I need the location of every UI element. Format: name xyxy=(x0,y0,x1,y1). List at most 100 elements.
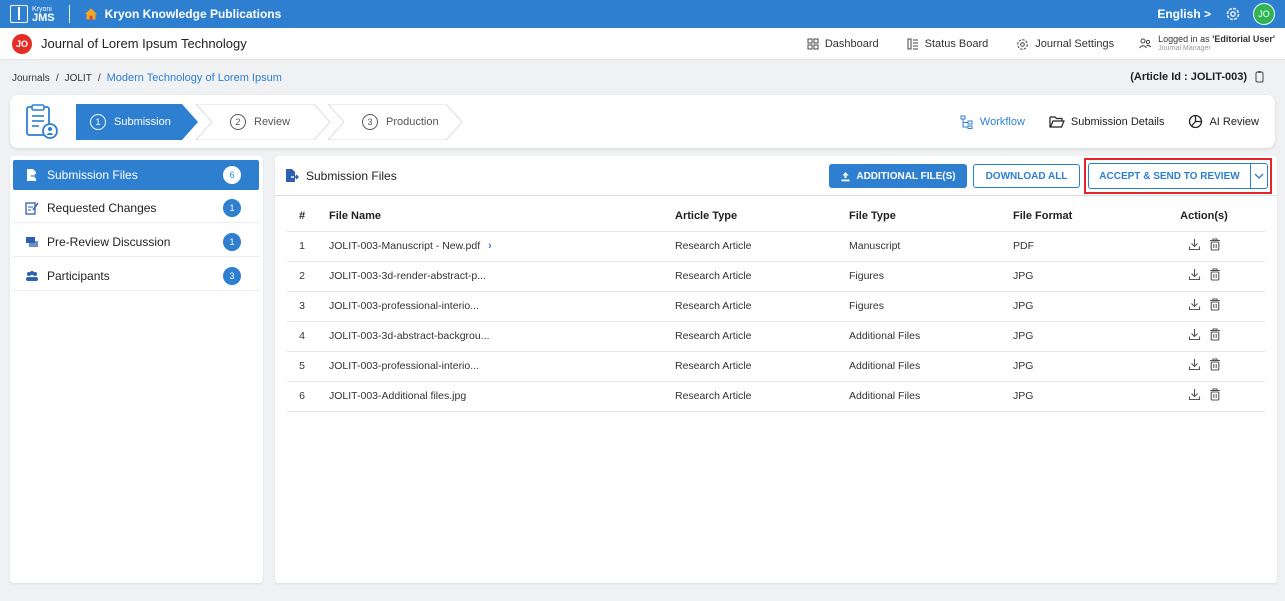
breadcrumb-jolit[interactable]: JOLIT xyxy=(65,73,92,84)
table-header-row: # File Name Article Type File Type File … xyxy=(287,202,1265,232)
file-format: PDF xyxy=(1013,231,1143,262)
file-arrow-icon xyxy=(286,169,299,182)
chat-icon xyxy=(26,236,38,247)
upload-user-icon xyxy=(841,171,850,181)
row-number: 4 xyxy=(287,321,317,352)
row-number: 2 xyxy=(287,261,317,292)
step-3-label: Production xyxy=(386,116,439,128)
panel-header: Submission Files ADDITIONAL FILE(S) DOWN… xyxy=(275,156,1277,196)
file-name-text[interactable]: JOLIT-003-professional-interio... xyxy=(329,300,479,312)
step-production[interactable]: 3 Production xyxy=(362,104,439,140)
download-all-button[interactable]: DOWNLOAD ALL xyxy=(973,164,1080,188)
submission-details-link[interactable]: Submission Details xyxy=(1049,115,1164,128)
file-name-text[interactable]: JOLIT-003-professional-interio... xyxy=(329,360,479,372)
download-icon[interactable] xyxy=(1188,358,1201,371)
trash-icon[interactable] xyxy=(1209,238,1221,251)
publisher-name[interactable]: Kryon Knowledge Publications xyxy=(105,7,282,21)
file-name[interactable]: JOLIT-003-3d-render-abstract-p... xyxy=(317,261,675,292)
user-avatar[interactable]: JO xyxy=(1253,3,1275,25)
file-name-text[interactable]: JOLIT-003-3d-render-abstract-p... xyxy=(329,270,486,282)
nav-status-board[interactable]: Status Board xyxy=(907,38,988,50)
nav-dashboard[interactable]: Dashboard xyxy=(807,38,879,50)
step-2-number: 2 xyxy=(230,114,246,130)
accept-send-to-review-button[interactable]: ACCEPT & SEND TO REVIEW xyxy=(1088,163,1251,189)
gear-icon[interactable] xyxy=(1225,6,1241,22)
language-selector[interactable]: English > xyxy=(1157,7,1211,21)
sidebar: Submission Files 6 Requested Changes 1 P… xyxy=(10,156,263,583)
file-type: Manuscript xyxy=(849,231,1013,262)
file-format: JPG xyxy=(1013,351,1143,382)
article-id-text: (Article Id : JOLIT-003) xyxy=(1130,71,1247,83)
workflow-label: Workflow xyxy=(979,115,1025,128)
trash-icon[interactable] xyxy=(1209,298,1221,311)
breadcrumb-separator: / xyxy=(97,72,101,84)
panel-title-text: Submission Files xyxy=(306,168,397,183)
journal-bar: JO Journal of Lorem Ipsum Technology Das… xyxy=(0,28,1285,60)
file-format: JPG xyxy=(1013,321,1143,352)
step-1-label: Submission xyxy=(114,116,171,128)
sidebar-item-participants[interactable]: Participants 3 xyxy=(13,261,259,291)
copy-icon[interactable] xyxy=(1255,71,1265,83)
sidebar-item-pre-review-discussion[interactable]: Pre-Review Discussion 1 xyxy=(13,227,259,257)
download-icon[interactable] xyxy=(1188,268,1201,281)
additional-files-button[interactable]: ADDITIONAL FILE(S) xyxy=(829,164,967,188)
trash-icon[interactable] xyxy=(1209,328,1221,341)
trash-icon[interactable] xyxy=(1209,358,1221,371)
home-icon xyxy=(84,8,97,20)
breadcrumb-current[interactable]: Modern Technology of Lorem Ipsum xyxy=(107,72,282,84)
trash-icon[interactable] xyxy=(1209,388,1221,401)
table-row: 5 JOLIT-003-professional-interio... Rese… xyxy=(287,351,1265,382)
header-file-type: File Type xyxy=(849,202,1013,232)
article-type: Research Article xyxy=(675,231,849,262)
header-actions: Action(s) xyxy=(1143,202,1265,232)
step-1-number: 1 xyxy=(90,114,106,130)
logged-in-user[interactable]: Logged in as 'Editorial User' Journal Ma… xyxy=(1138,34,1275,54)
count-badge: 6 xyxy=(223,166,241,184)
step-submission[interactable]: 1 Submission xyxy=(90,104,171,140)
settings-icon xyxy=(1017,38,1029,50)
file-type: Additional Files xyxy=(849,351,1013,382)
edit-document-icon xyxy=(25,201,39,215)
table-row: 4 JOLIT-003-3d-abstract-backgrou... Rese… xyxy=(287,321,1265,352)
chevron-right-icon[interactable]: › xyxy=(488,240,492,252)
count-badge: 3 xyxy=(223,266,241,285)
file-name[interactable]: JOLIT-003-professional-interio... xyxy=(317,291,675,322)
file-name-text[interactable]: JOLIT-003-Manuscript - New.pdf xyxy=(329,240,480,252)
file-name-text[interactable]: JOLIT-003-Additional files.jpg xyxy=(329,390,466,402)
row-actions xyxy=(1143,381,1265,412)
count-badge: 1 xyxy=(223,232,241,251)
book-icon xyxy=(10,5,28,23)
file-name[interactable]: JOLIT-003-3d-abstract-backgrou... xyxy=(317,321,675,352)
sidebar-item-label: Pre-Review Discussion xyxy=(47,234,171,249)
dashboard-icon xyxy=(807,38,819,50)
sidebar-item-submission-files[interactable]: Submission Files 6 xyxy=(13,160,259,190)
file-name-text[interactable]: JOLIT-003-3d-abstract-backgrou... xyxy=(329,330,490,342)
logo-big-text: JMS xyxy=(32,12,55,24)
download-icon[interactable] xyxy=(1188,238,1201,251)
app-logo[interactable]: Kryoni JMS xyxy=(10,0,55,28)
workflow-stepper-card: 1 Submission 2 Review 3 Production Workf… xyxy=(10,95,1275,148)
accept-options-dropdown[interactable] xyxy=(1250,163,1268,189)
ai-review-link[interactable]: AI Review xyxy=(1188,114,1259,129)
nav-journal-settings[interactable]: Journal Settings xyxy=(1016,38,1114,51)
sidebar-item-requested-changes[interactable]: Requested Changes 1 xyxy=(13,193,259,223)
nav-dashboard-label: Dashboard xyxy=(824,38,879,50)
article-type: Research Article xyxy=(675,321,849,352)
file-type: Figures xyxy=(849,261,1013,292)
step-review[interactable]: 2 Review xyxy=(230,104,290,140)
file-name[interactable]: JOLIT-003-professional-interio... xyxy=(317,351,675,382)
download-icon[interactable] xyxy=(1188,328,1201,341)
journal-title[interactable]: Journal of Lorem Ipsum Technology xyxy=(41,36,247,51)
row-actions xyxy=(1143,231,1265,262)
download-icon[interactable] xyxy=(1188,388,1201,401)
file-name[interactable]: JOLIT-003-Additional files.jpg xyxy=(317,381,675,412)
trash-icon[interactable] xyxy=(1209,268,1221,281)
breadcrumb-journals[interactable]: Journals xyxy=(12,73,50,84)
breadcrumb: Journals / JOLIT / Modern Technology of … xyxy=(12,72,282,84)
participants-icon xyxy=(26,270,38,281)
download-icon[interactable] xyxy=(1188,298,1201,311)
file-name[interactable]: JOLIT-003-Manuscript - New.pdf › xyxy=(317,231,675,262)
file-type: Additional Files xyxy=(849,381,1013,412)
table-row: 1 JOLIT-003-Manuscript - New.pdf › Resear… xyxy=(287,231,1265,262)
workflow-link[interactable]: Workflow xyxy=(960,115,1025,129)
